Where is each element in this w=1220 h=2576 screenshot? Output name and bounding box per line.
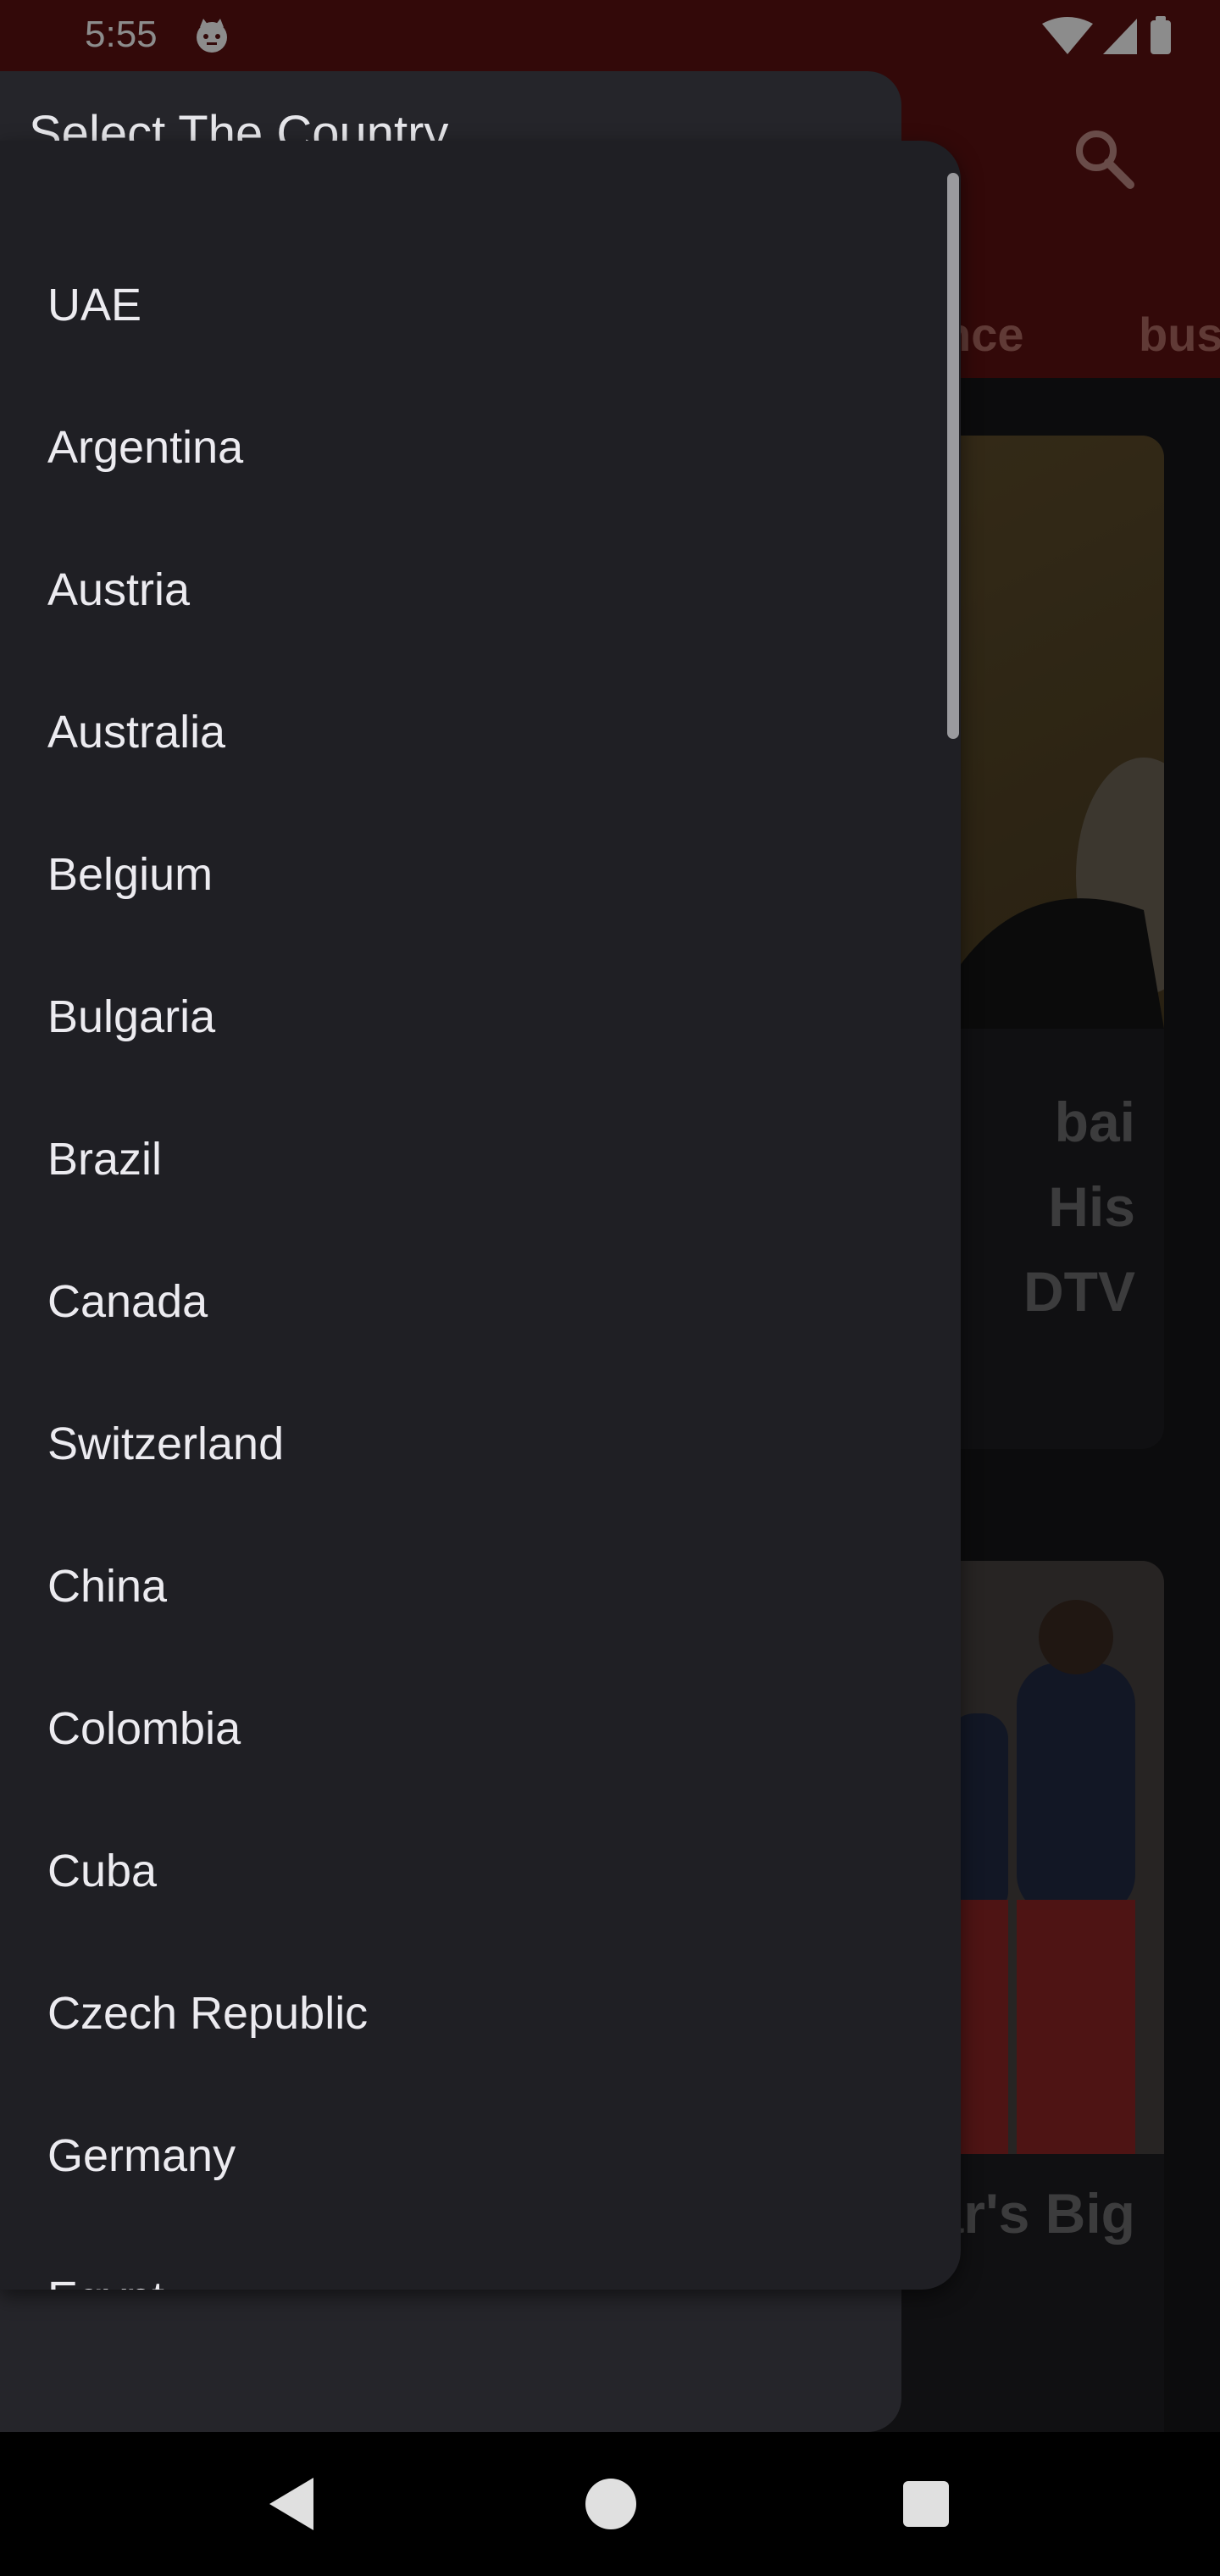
country-option[interactable]: Czech Republic: [0, 1942, 940, 2085]
country-option[interactable]: Germany: [0, 2085, 940, 2227]
country-dropdown: UAE Argentina Austria Australia Belgium …: [0, 141, 961, 2290]
country-option[interactable]: Bulgaria: [0, 946, 940, 1088]
country-option[interactable]: Colombia: [0, 1657, 940, 1800]
dropdown-scrollbar[interactable]: [947, 173, 959, 739]
country-option[interactable]: Austria: [0, 519, 940, 661]
country-option[interactable]: Switzerland: [0, 1373, 940, 1515]
recents-icon[interactable]: [888, 2466, 964, 2542]
home-icon[interactable]: [573, 2466, 649, 2542]
country-option[interactable]: Canada: [0, 1230, 940, 1373]
country-option[interactable]: Australia: [0, 661, 940, 803]
back-icon[interactable]: [254, 2466, 330, 2542]
navigation-bar: [0, 2432, 1220, 2576]
country-option[interactable]: UAE: [0, 234, 940, 376]
country-option[interactable]: Belgium: [0, 803, 940, 946]
country-option[interactable]: Egypt: [0, 2227, 940, 2290]
country-option[interactable]: Argentina: [0, 376, 940, 519]
country-option[interactable]: China: [0, 1515, 940, 1657]
country-option[interactable]: Cuba: [0, 1800, 940, 1942]
country-option[interactable]: Brazil: [0, 1088, 940, 1230]
